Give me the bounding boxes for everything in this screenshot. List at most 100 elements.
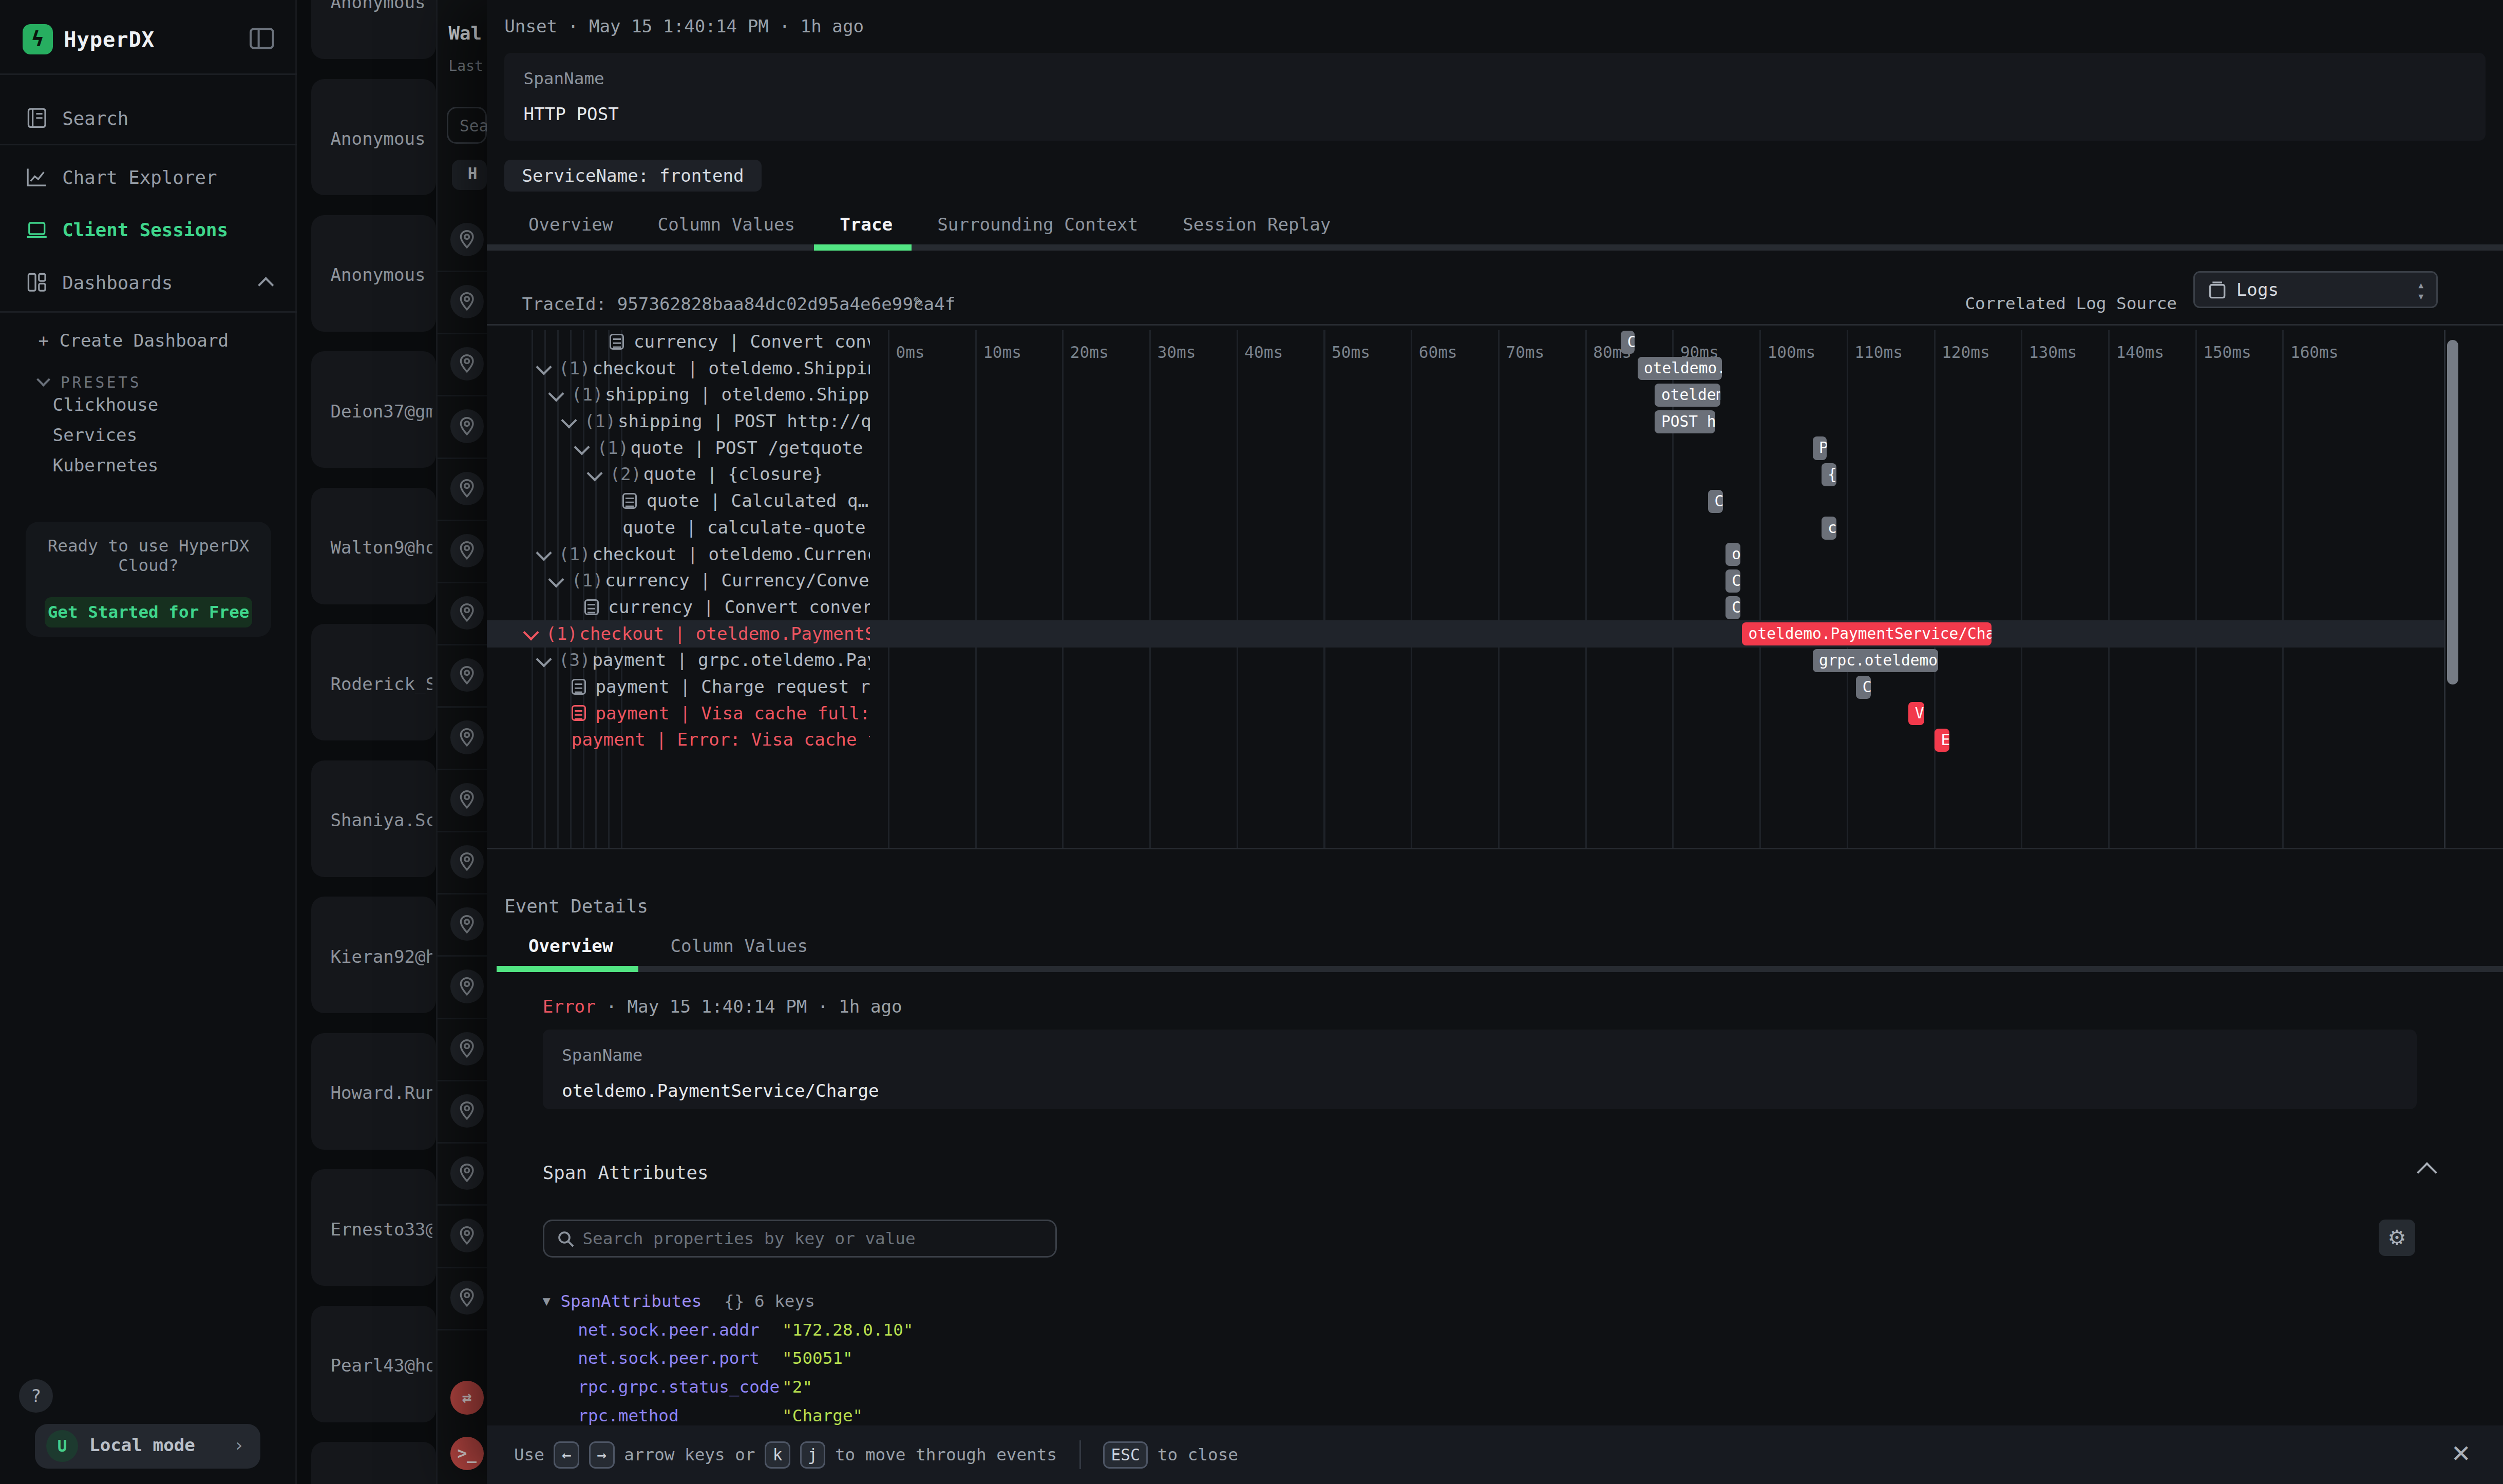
location-pin-icon[interactable] (450, 534, 484, 567)
span-bar[interactable]: { (1822, 463, 1836, 486)
attribute-row[interactable]: rpc.method"Charge" (578, 1406, 678, 1425)
session-card[interactable]: Pearl43@ho (311, 1306, 435, 1422)
location-pin-icon[interactable] (450, 1219, 484, 1252)
session-card[interactable]: Anonymous (311, 0, 435, 59)
span-bar[interactable]: V (1908, 702, 1924, 725)
location-pin-icon[interactable] (450, 845, 484, 879)
preset-kubernetes[interactable]: Kubernetes (53, 455, 159, 475)
edit-icon[interactable]: ✎ (913, 291, 932, 310)
location-pin-icon[interactable] (450, 1281, 484, 1314)
location-pin-icon[interactable] (450, 783, 484, 816)
span-bar[interactable]: E (1935, 729, 1949, 752)
location-pin-icon[interactable] (450, 1094, 484, 1128)
sidebar-item-dashboards[interactable]: Dashboards (0, 262, 297, 303)
span-bar[interactable]: c (1822, 517, 1836, 540)
location-pin-icon[interactable] (450, 285, 484, 318)
session-card[interactable]: Kieran92@h (311, 897, 435, 1013)
drawer-header: Unset · May 15 1:40:14 PM · 1h ago (504, 16, 864, 36)
waterfall-scrollbar[interactable] (2447, 340, 2458, 684)
session-card[interactable]: Anonymous (311, 79, 435, 196)
span-bar[interactable]: oteldemo.Ship (1638, 357, 1722, 380)
service-name-chip[interactable]: ServiceName: frontend (504, 160, 762, 192)
log-source-select[interactable]: Logs ▴▾ (2193, 271, 2438, 308)
span-bar[interactable]: C (1708, 490, 1723, 513)
sidebar-item-search[interactable]: Search (0, 98, 297, 139)
location-pin-icon[interactable] (450, 907, 484, 941)
get-started-button[interactable]: Get Started for Free (45, 597, 252, 627)
session-filter-button[interactable]: H (452, 160, 487, 190)
session-search-input[interactable]: Sea (447, 107, 487, 143)
span-bar[interactable]: POST ht (1655, 410, 1715, 433)
divider (1079, 1440, 1081, 1469)
preset-services[interactable]: Services (53, 425, 138, 445)
span-bar[interactable]: C (1856, 676, 1871, 699)
location-pin-icon[interactable] (450, 409, 484, 443)
session-card[interactable]: Walton9@ho (311, 488, 435, 604)
indent-guide (532, 330, 533, 847)
span-bar[interactable]: Convert (1621, 331, 1635, 354)
divider (436, 1204, 487, 1206)
tab-column-values[interactable]: Column Values (658, 214, 795, 235)
location-pin-icon[interactable] (450, 969, 484, 1003)
location-pin-icon[interactable] (450, 1032, 484, 1066)
location-pin-icon[interactable] (450, 223, 484, 256)
location-pin-icon[interactable] (450, 472, 484, 505)
gear-icon[interactable]: ⚙ (2379, 1220, 2415, 1256)
session-card[interactable]: Jonathan.B (311, 1442, 435, 1484)
location-pin-icon[interactable] (450, 347, 484, 380)
divider (436, 520, 487, 521)
tab-session-replay[interactable]: Session Replay (1183, 214, 1331, 235)
tab-ed-column-values[interactable]: Column Values (670, 936, 808, 956)
location-pin-icon[interactable] (450, 658, 484, 692)
preset-clickhouse[interactable]: Clickhouse (53, 394, 159, 415)
attribute-row[interactable]: net.sock.peer.port"50051" (578, 1348, 760, 1368)
divider (436, 271, 487, 272)
sidebar-item-chart-explorer[interactable]: Chart Explorer (0, 157, 297, 198)
tab-overview[interactable]: Overview (528, 214, 613, 235)
axis-tick-label: 30ms (1158, 343, 1196, 362)
attributes-search-input[interactable]: Search properties by key or value (543, 1220, 1057, 1258)
close-icon[interactable]: ✕ (2451, 1440, 2471, 1468)
session-card[interactable]: Shaniya.Sc (311, 760, 435, 877)
grid-line (2282, 330, 2284, 847)
span-bar[interactable]: C (1725, 596, 1740, 619)
span-bar[interactable]: C (1725, 569, 1740, 593)
swap-arrows-icon[interactable]: ⇄ (450, 1381, 484, 1414)
attr-root-row[interactable]: ▼ SpanAttributes{} 6 keys (543, 1291, 815, 1311)
session-card[interactable]: Howard.Run (311, 1033, 435, 1150)
log-icon (572, 705, 586, 721)
session-card[interactable]: Roderick_S (311, 624, 435, 740)
location-pin-icon[interactable] (450, 1156, 484, 1190)
triangle-down-icon: ▼ (543, 1293, 551, 1308)
sidebar-item-client-sessions[interactable]: Client Sessions (0, 209, 297, 251)
attr-key-count: 6 keys (754, 1291, 815, 1311)
cloud-promo-line2: Cloud? (26, 556, 272, 575)
session-card[interactable]: Deion37@gm (311, 351, 435, 468)
tab-ed-overview[interactable]: Overview (528, 936, 613, 956)
session-card[interactable]: Ernesto33@ (311, 1169, 435, 1286)
sidebar-collapse-icon[interactable] (249, 26, 275, 51)
divider (436, 1267, 487, 1268)
location-pin-icon[interactable] (450, 720, 484, 754)
terminal-icon[interactable]: >_ (450, 1437, 484, 1470)
span-bar[interactable]: oteldemo (1655, 384, 1720, 407)
create-dashboard-button[interactable]: + Create Dashboard (39, 330, 229, 351)
divider (436, 395, 487, 396)
presets-toggle[interactable]: PRESETS (39, 364, 142, 394)
span-bar[interactable]: P (1813, 436, 1827, 460)
sidebar: ϟ HyperDX Search Chart Explorer Client S… (0, 0, 297, 1484)
local-mode-button[interactable]: U Local mode › (35, 1424, 260, 1469)
span-bar[interactable]: o (1725, 543, 1740, 566)
span-bar[interactable]: grpc.oteldemo. (1813, 649, 1938, 672)
attribute-row[interactable]: net.sock.peer.addr"172.28.0.10" (578, 1320, 760, 1340)
grid-line (1323, 330, 1325, 847)
event-status-line: Error · May 15 1:40:14 PM · 1h ago (543, 996, 902, 1017)
location-pin-icon[interactable] (450, 596, 484, 630)
tab-surrounding-context[interactable]: Surrounding Context (937, 214, 1138, 235)
key-arrow-left: ← (554, 1441, 579, 1469)
span-bar[interactable]: oteldemo.PaymentService/Char (1742, 622, 1992, 645)
help-button[interactable]: ? (19, 1379, 52, 1413)
session-card[interactable]: Anonymous (311, 215, 435, 332)
tab-trace[interactable]: Trace (840, 214, 893, 235)
attribute-row[interactable]: rpc.grpc.status_code"2" (578, 1377, 780, 1397)
